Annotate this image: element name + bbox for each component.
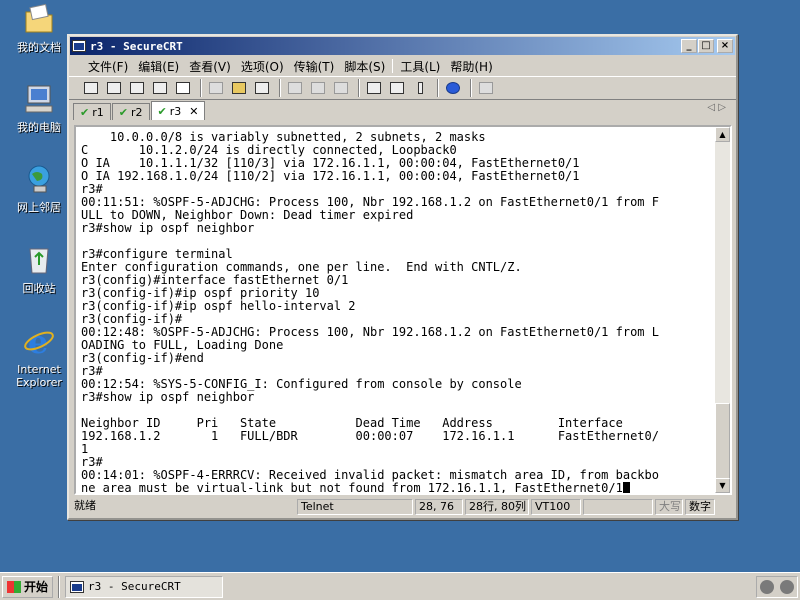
terminal-area[interactable]: 10.0.0.0/8 is variably subnetted, 2 subn… — [74, 125, 732, 495]
desktop-icon-label: 回收站 — [22, 282, 56, 295]
desktop-icon-label: 我的电脑 — [17, 121, 61, 134]
menu-separator — [392, 59, 394, 73]
network-icon — [28, 165, 50, 193]
scroll-up-button[interactable]: ▲ — [715, 127, 730, 142]
tab-r2[interactable]: ✔ r2 — [111, 103, 150, 120]
find-icon[interactable] — [252, 79, 272, 97]
tab-r3[interactable]: ✔ r3 ✕ — [150, 101, 206, 120]
tab-prev-icon[interactable]: ◁ — [707, 102, 715, 113]
toolbar — [69, 76, 736, 100]
status-empty — [583, 499, 653, 515]
check-icon: ✔ — [157, 104, 167, 118]
status-num: 数字 — [685, 499, 715, 515]
terminal-output[interactable]: 10.0.0.0/8 is variably subnetted, 2 subn… — [76, 127, 715, 493]
paste-icon[interactable] — [229, 79, 249, 97]
minimize-button[interactable]: _ — [681, 39, 697, 53]
tab-label: r3 — [169, 104, 182, 118]
menu-script[interactable]: 脚本(S) — [339, 58, 390, 75]
print-setup-icon[interactable] — [331, 79, 351, 97]
windows-flag-icon — [7, 580, 21, 593]
start-button[interactable]: 开始 — [2, 575, 54, 598]
desktop-icon-label: 我的文档 — [17, 41, 61, 54]
disconnect-icon[interactable] — [173, 79, 193, 97]
key-map-icon[interactable] — [410, 79, 430, 97]
close-button[interactable]: × — [717, 39, 733, 53]
status-protocol: Telnet — [297, 499, 413, 515]
sftp-icon[interactable] — [476, 79, 496, 97]
status-bar: 就绪 Telnet 28, 76 28行, 80列 VT100 大写 数字 — [71, 498, 734, 516]
tab-r1[interactable]: ✔ r1 — [73, 103, 111, 120]
quick-connect-icon[interactable] — [104, 79, 124, 97]
securecrt-app-icon — [72, 40, 86, 52]
terminal-cursor — [622, 482, 630, 493]
vertical-scrollbar[interactable]: ▲ ▼ — [715, 127, 730, 493]
my-computer-icon — [25, 85, 53, 113]
session-tabs: ✔ r1 ✔ r2 ✔ r3 ✕ ◁ ▷ — [69, 100, 736, 120]
securecrt-app-icon — [70, 580, 85, 593]
scroll-down-button[interactable]: ▼ — [715, 478, 730, 493]
menu-tools[interactable]: 工具(L) — [395, 58, 445, 75]
tab-label: r1 — [92, 105, 104, 119]
desktop-icon-network[interactable]: 网上邻居 — [4, 162, 74, 214]
menu-view[interactable]: 查看(V) — [184, 58, 236, 75]
securecrt-window: r3 - SecureCRT _ □ × 文件(F) 编辑(E) 查看(V) 选… — [67, 34, 738, 520]
start-label: 开始 — [24, 580, 49, 594]
taskbar-item-label: r3 - SecureCRT — [88, 580, 181, 593]
status-cursor-position: 28, 76 — [415, 499, 463, 515]
connect-tab-icon[interactable] — [127, 79, 147, 97]
menu-help[interactable]: 帮助(H) — [445, 58, 497, 75]
taskbar: 开始 r3 - SecureCRT — [0, 572, 800, 600]
desktop-icon-label: 网上邻居 — [17, 201, 61, 214]
help-icon[interactable] — [443, 79, 463, 97]
session-options-icon[interactable] — [364, 79, 384, 97]
scroll-thumb[interactable] — [715, 403, 730, 479]
menu-file[interactable]: 文件(F) — [83, 58, 133, 75]
system-tray — [756, 575, 798, 598]
reconnect-icon[interactable] — [150, 79, 170, 97]
menu-bar: 文件(F) 编辑(E) 查看(V) 选项(O) 传输(T) 脚本(S) 工具(L… — [69, 56, 736, 76]
menu-options[interactable]: 选项(O) — [236, 58, 289, 75]
terminal-text: 10.0.0.0/8 is variably subnetted, 2 subn… — [81, 130, 659, 493]
desktop-icon-recycle-bin[interactable]: 回收站 — [4, 243, 74, 295]
status-ready: 就绪 — [74, 499, 96, 512]
title-bar[interactable]: r3 - SecureCRT _ □ × — [70, 37, 735, 55]
desktop-icon-my-computer[interactable]: 我的电脑 — [4, 82, 74, 134]
ie-icon: e — [24, 323, 54, 361]
recycle-bin-icon — [29, 248, 49, 274]
status-terminal-size: 28行, 80列 — [465, 499, 529, 515]
desktop-icon-internet-explorer[interactable]: e Internet Explorer — [4, 323, 74, 389]
desktop-icon-my-documents[interactable]: 我的文档 — [4, 2, 74, 54]
connect-icon[interactable] — [81, 79, 101, 97]
my-documents-icon — [25, 3, 53, 33]
print-icon[interactable] — [285, 79, 305, 97]
svg-text:e: e — [28, 324, 48, 358]
desktop-icon-label: Internet Explorer — [16, 363, 62, 389]
close-tab-icon[interactable]: ✕ — [189, 105, 198, 118]
menu-edit[interactable]: 编辑(E) — [133, 58, 184, 75]
status-caps: 大写 — [655, 499, 683, 515]
tab-label: r2 — [130, 105, 143, 119]
menu-transfer[interactable]: 传输(T) — [289, 58, 340, 75]
check-icon: ✔ — [80, 105, 90, 119]
tab-nav: ◁ ▷ — [707, 102, 726, 113]
print-selection-icon[interactable] — [308, 79, 328, 97]
check-icon: ✔ — [118, 105, 128, 119]
window-title: r3 - SecureCRT — [90, 39, 183, 53]
tab-next-icon[interactable]: ▷ — [718, 102, 726, 113]
maximize-button[interactable]: □ — [698, 39, 714, 53]
taskbar-item-securecrt[interactable]: r3 - SecureCRT — [65, 575, 224, 598]
status-emulation: VT100 — [531, 499, 581, 515]
global-options-icon[interactable] — [387, 79, 407, 97]
copy-icon[interactable] — [206, 79, 226, 97]
tray-network-icon[interactable] — [760, 579, 774, 594]
tray-volume-icon[interactable] — [780, 579, 794, 594]
